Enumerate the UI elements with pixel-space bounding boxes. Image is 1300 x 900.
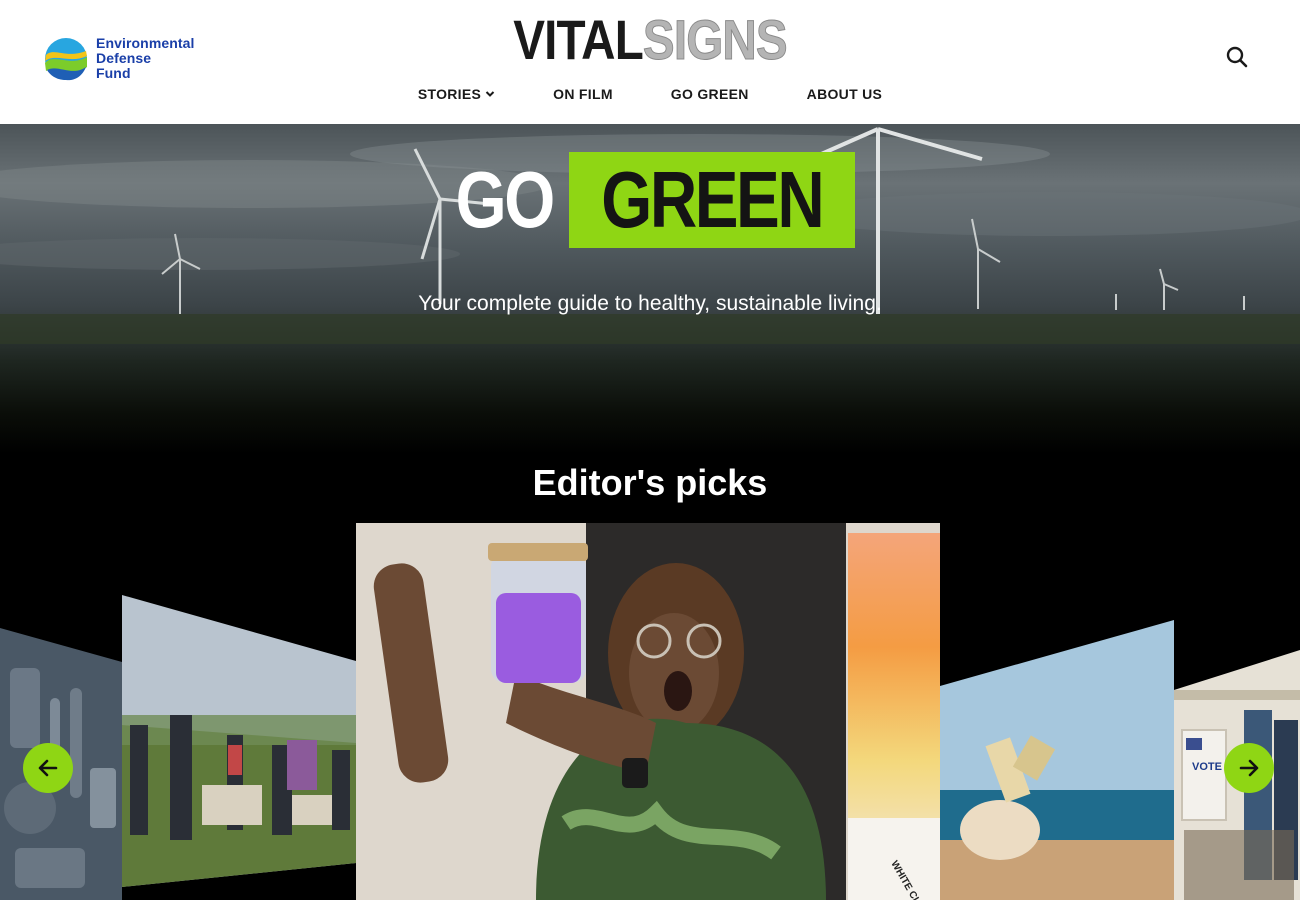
nav-on-film-label: ON FILM	[553, 86, 613, 102]
vital-signs-brand[interactable]: VITALSIGNS	[98, 8, 1203, 72]
brand-vital: VITAL	[513, 8, 644, 71]
search-icon[interactable]	[1224, 44, 1250, 70]
pick-card-yard-sale[interactable]	[122, 595, 356, 887]
arrow-left-icon	[38, 759, 58, 777]
nav-stories[interactable]: STORIES	[418, 86, 495, 102]
arrow-right-icon	[1239, 759, 1259, 777]
hero-title: GO GREEN	[0, 152, 1300, 248]
hero-subtitle: Your complete guide to healthy, sustaina…	[418, 292, 882, 315]
editors-picks-carousel: WHITE CLAW VOTE	[0, 520, 1300, 900]
editors-picks-heading: Editor's picks	[532, 462, 768, 503]
nav-on-film[interactable]: ON FILM	[553, 86, 613, 102]
hero-banner: GO GREEN Your complete guide to healthy,…	[0, 124, 1300, 454]
hero-title-green: GREEN	[601, 155, 825, 244]
nav-about-us-label: ABOUT US	[806, 86, 883, 102]
pick-card-featured[interactable]: WHITE CLAW	[356, 523, 940, 900]
nav-go-green[interactable]: GO GREEN	[671, 86, 749, 102]
nav-stories-label: STORIES	[417, 86, 482, 102]
brand-signs: SIGNS	[642, 8, 788, 72]
main-nav: STORIES ON FILM GO GREEN ABOUT US	[0, 86, 1300, 102]
nav-go-green-label: GO GREEN	[670, 86, 749, 102]
hero-title-go: GO	[455, 155, 556, 244]
site-header: Environmental Defense Fund VITALSIGNS ST…	[0, 0, 1300, 124]
carousel-prev-button[interactable]	[23, 743, 73, 793]
nav-about-us[interactable]: ABOUT US	[807, 86, 883, 102]
hero-title-highlight: GREEN	[569, 152, 855, 248]
edf-logo-icon	[45, 37, 87, 80]
chevron-down-icon	[485, 91, 495, 97]
carousel-next-button[interactable]	[1224, 743, 1274, 793]
pick-card-beach[interactable]	[940, 620, 1174, 900]
vote-sign-text: VOTE	[1192, 761, 1222, 773]
